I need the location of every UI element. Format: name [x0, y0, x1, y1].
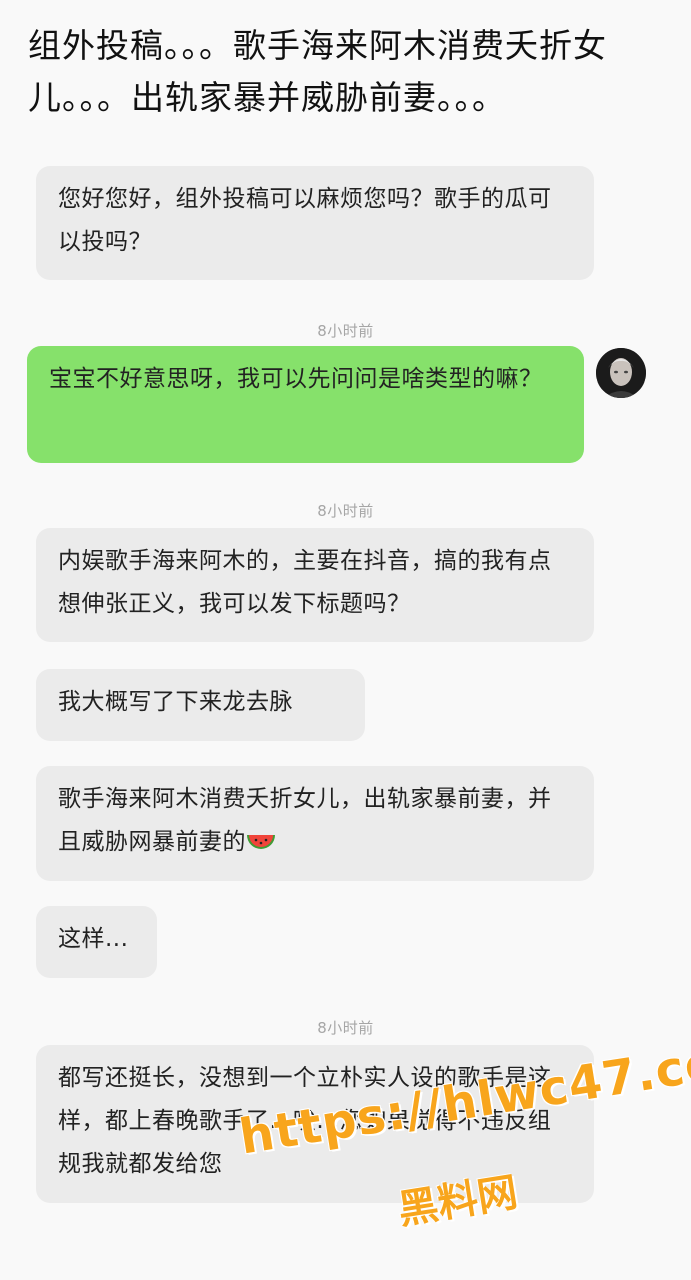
message-bubble-incoming[interactable]: 内娱歌手海来阿木的，主要在抖音，搞的我有点想伸张正义，我可以发下标题吗？ [36, 528, 594, 642]
timestamp: 8小时前 [317, 1019, 374, 1037]
message-bubble-incoming[interactable]: 我大概写了下来龙去脉 [36, 669, 365, 741]
chat-screen: 组外投稿。。。歌手海来阿木消费夭折女儿。。。出轨家暴并威胁前妻。。。 您好您好，… [0, 0, 691, 1280]
timestamp: 8小时前 [317, 322, 374, 340]
post-title: 组外投稿。。。歌手海来阿木消费夭折女儿。。。出轨家暴并威胁前妻。。。 [28, 26, 607, 117]
avatar-icon [596, 348, 646, 398]
message-bubble-incoming[interactable]: 这样... [36, 906, 157, 978]
message-bubble-outgoing[interactable]: 宝宝不好意思呀，我可以先问问是啥类型的嘛？ [27, 346, 584, 463]
message-bubble-incoming[interactable]: 歌手海来阿木消费夭折女儿，出轨家暴前妻，并且威胁网暴前妻的 [36, 766, 594, 881]
message-text: 歌手海来阿木消费夭折女儿，出轨家暴前妻，并且威胁网暴前妻的 [58, 786, 552, 855]
watermelon-icon [246, 825, 276, 868]
timestamp: 8小时前 [317, 502, 374, 520]
user-avatar[interactable] [596, 348, 646, 398]
message-bubble-incoming[interactable]: 您好您好，组外投稿可以麻烦您吗？歌手的瓜可以投吗？ [36, 166, 594, 280]
